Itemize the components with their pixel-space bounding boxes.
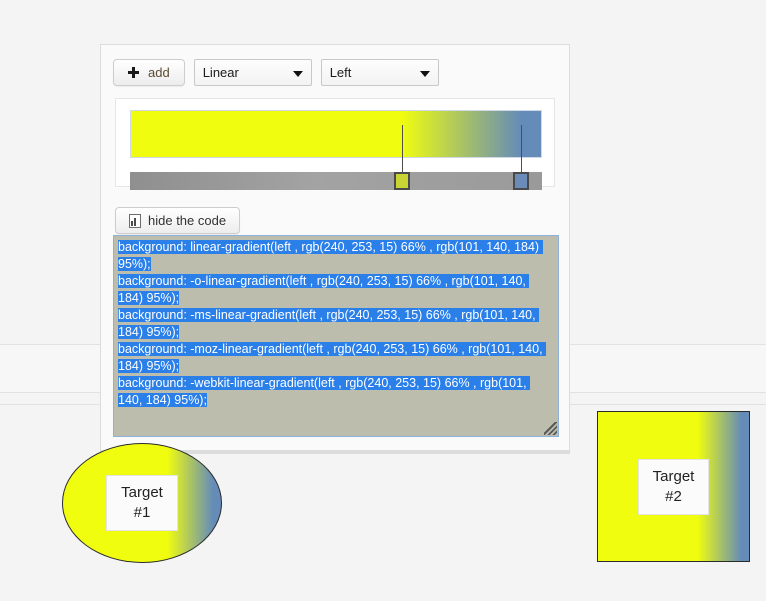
target-2: Target #2 xyxy=(597,411,750,562)
gradient-stop-stem-1 xyxy=(401,125,403,174)
hide-the-code-button[interactable]: hide the code xyxy=(115,207,241,234)
target-1: Target #1 xyxy=(62,443,222,563)
hide-the-code-label: hide the code xyxy=(148,213,227,228)
add-button-label: add xyxy=(148,65,170,80)
gradient-stops-track[interactable] xyxy=(130,125,542,190)
code-page-icon xyxy=(129,213,141,228)
textarea-resize-grip[interactable] xyxy=(544,422,557,435)
gradient-type-value: Linear xyxy=(202,65,239,80)
add-button[interactable]: add xyxy=(113,59,185,86)
chevron-down-icon xyxy=(292,70,303,77)
gradient-direction-select[interactable]: Left xyxy=(320,59,439,86)
chevron-down-icon xyxy=(419,70,430,77)
gradient-swatch xyxy=(130,110,542,158)
target-2-label: Target #2 xyxy=(637,458,710,515)
plus-icon xyxy=(128,67,139,78)
generated-code-textarea[interactable]: background: linear-gradient(left , rgb(2… xyxy=(113,235,559,437)
gradient-type-select[interactable]: Linear xyxy=(193,59,312,86)
generated-code-text: background: linear-gradient(left , rgb(2… xyxy=(118,240,547,407)
target-1-label: Target #1 xyxy=(106,475,178,531)
gradient-stop-stem-2 xyxy=(521,125,523,174)
gradient-stop-handle-1[interactable] xyxy=(393,125,410,190)
gradient-direction-value: Left xyxy=(329,65,352,80)
gradient-stop-handle-2[interactable] xyxy=(513,125,530,190)
editor-toolbar: add Linear Left xyxy=(113,59,439,86)
gradient-preview-area xyxy=(115,98,555,190)
